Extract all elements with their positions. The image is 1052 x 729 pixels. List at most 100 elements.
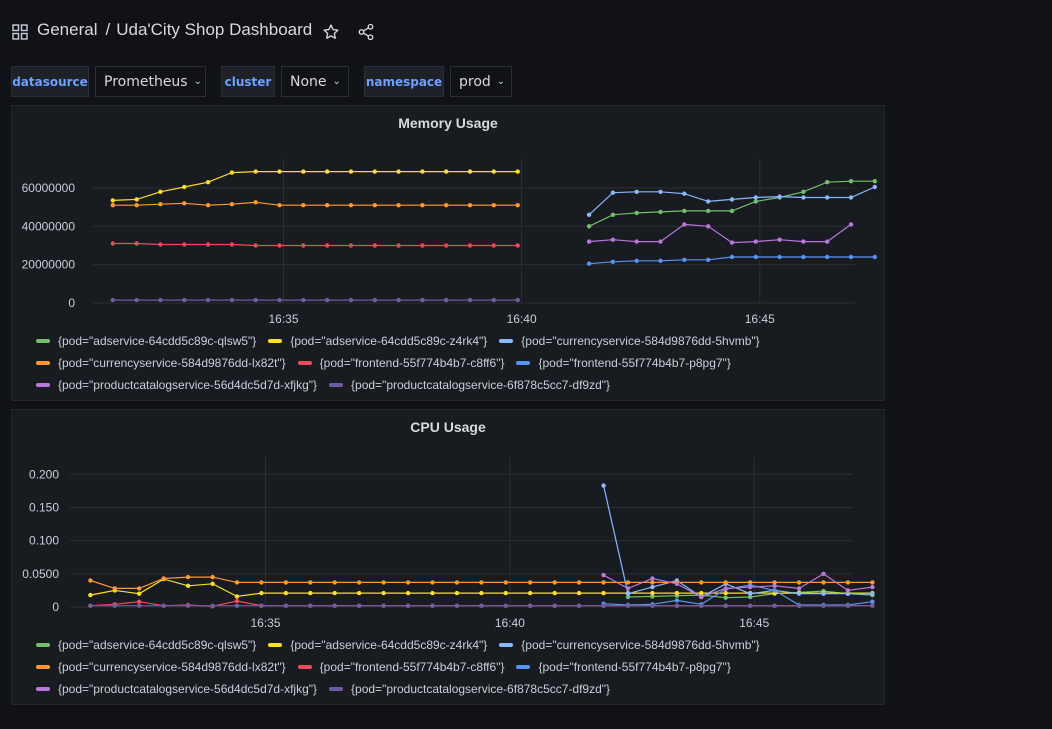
legend-item[interactable]: {pod="currencyservice-584d9876dd-lx82t"} [36,660,286,674]
legend-swatch [499,643,514,647]
data-point [625,586,631,591]
y-tick-label: 0.200 [29,467,59,481]
legend-item[interactable]: {pod="productcatalogservice-56d4dc5d7d-x… [36,378,317,392]
variable-label-cluster: cluster [221,66,275,97]
legend-label: {pod="frontend-55f774b4b7-p8pg7"} [538,660,731,674]
data-point [796,580,802,585]
data-point [845,580,851,585]
legend-item[interactable]: {pod="frontend-55f774b4b7-c8ff6"} [297,356,504,370]
variable-select-datasource[interactable]: Prometheus ⌄ [95,66,206,97]
legend-item[interactable]: {pod="productcatalogservice-6f878c5cc7-d… [329,682,610,696]
legend-item[interactable]: {pod="frontend-55f774b4b7-c8ff6"} [297,660,504,674]
legend-item[interactable]: {pod="frontend-55f774b4b7-p8pg7"} [516,660,731,674]
legend-row: {pod="adservice-64cdd5c89c-qlsw5"} {pod="… [36,634,772,656]
legend-label: {pod="productcatalogservice-56d4dc5d7d-x… [58,378,318,392]
legend-item[interactable]: {pod="currencyservice-584d9876dd-5hvmb"} [499,334,760,348]
dashboard-title[interactable]: Uda'City Shop Dashboard [116,20,312,39]
legend-item[interactable]: {pod="adservice-64cdd5c89c-z4rk4"} [268,334,487,348]
data-point [283,603,289,608]
data-point [674,603,680,608]
legend-row: {pod="productcatalogservice-56d4dc5d7d-x… [36,374,772,396]
data-point [277,297,282,303]
legend-row: {pod="adservice-64cdd5c89c-qlsw5"} {pod="… [36,330,772,352]
data-point [723,586,728,591]
legend-item[interactable]: {pod="currencyservice-584d9876dd-lx82t"} [36,356,286,370]
data-point [467,203,473,208]
data-point [650,590,655,596]
breadcrumb-folder[interactable]: General [37,20,97,39]
variable-select-cluster[interactable]: None ⌄ [281,66,349,97]
legend-swatch [516,361,531,365]
series-line [112,242,518,247]
legend-label: {pod="currencyservice-584d9876dd-5hvmb"} [521,334,760,348]
x-tick-label: 16:40 [495,616,525,630]
data-point [308,580,313,585]
data-point [821,603,826,608]
data-point [870,584,875,590]
data-point [796,591,802,596]
variable-value-cluster: None [290,73,327,90]
legend-item[interactable]: {pod="productcatalogservice-56d4dc5d7d-x… [36,682,317,696]
legend-item[interactable]: {pod="currencyservice-584d9876dd-5hvmb"} [499,638,760,652]
data-point [88,592,93,598]
cpu-usage-panel: CPU Usage 0 0.0500 0.100 0.150 0.200 16:35 16:… [11,409,885,705]
data-point [706,257,711,262]
y-tick-label: 40000000 [22,219,76,233]
data-point [205,203,211,208]
data-point [253,169,258,174]
data-point [772,588,777,593]
data-point [601,590,606,596]
data-point [491,243,496,248]
legend-item[interactable]: {pod="adservice-64cdd5c89c-qlsw5"} [36,334,256,348]
legend-item[interactable]: {pod="frontend-55f774b4b7-p8pg7"} [516,356,731,370]
legend-swatch [268,643,283,647]
data-point [801,239,806,244]
y-tick-label: 20000000 [22,258,76,272]
data-point [796,586,802,591]
data-point [88,603,93,608]
data-point [801,195,806,200]
data-point [872,254,877,260]
data-point [137,586,142,591]
data-point [634,210,639,216]
apps-grid-icon[interactable] [12,24,28,40]
data-point [454,580,460,585]
data-point [348,169,354,174]
data-point [699,590,704,596]
data-point [601,603,606,608]
legend-item[interactable]: {pod="adservice-64cdd5c89c-qlsw5"} [36,638,256,652]
legend-item[interactable]: {pod="productcatalogservice-6f878c5cc7-d… [329,378,610,392]
variable-select-namespace[interactable]: prod ⌄ [450,66,512,97]
series-line [112,201,518,206]
data-point [234,603,240,608]
data-point [283,580,289,585]
data-point [210,603,215,608]
data-point [396,203,401,208]
star-icon[interactable] [322,23,340,41]
data-point [610,259,616,264]
data-point [396,243,401,248]
data-point [112,586,118,591]
share-icon[interactable] [357,23,375,41]
data-point [372,169,377,174]
data-point [748,591,753,596]
data-point [552,603,557,608]
data-point [137,603,142,608]
data-point [658,258,663,263]
cpu-usage-chart[interactable]: 0 0.0500 0.100 0.150 0.200 16:35 16:40 16:45 [12,410,884,640]
breadcrumb: General / Uda'City Shop Dashboard [37,20,312,40]
y-tick-label: 0 [68,296,75,310]
legend-swatch [297,361,312,365]
data-point [182,201,187,206]
data-point [586,239,592,244]
data-point [658,209,663,215]
data-point [870,599,875,604]
data-point [848,195,854,200]
data-point [576,580,582,585]
data-point [253,297,258,303]
data-point [182,242,187,247]
memory-usage-chart[interactable]: 0 20000000 40000000 60000000 16:35 16:40 16:45 [12,106,884,336]
data-point [381,580,386,585]
data-point [825,239,830,244]
legend-item[interactable]: {pod="adservice-64cdd5c89c-z4rk4"} [268,638,487,652]
